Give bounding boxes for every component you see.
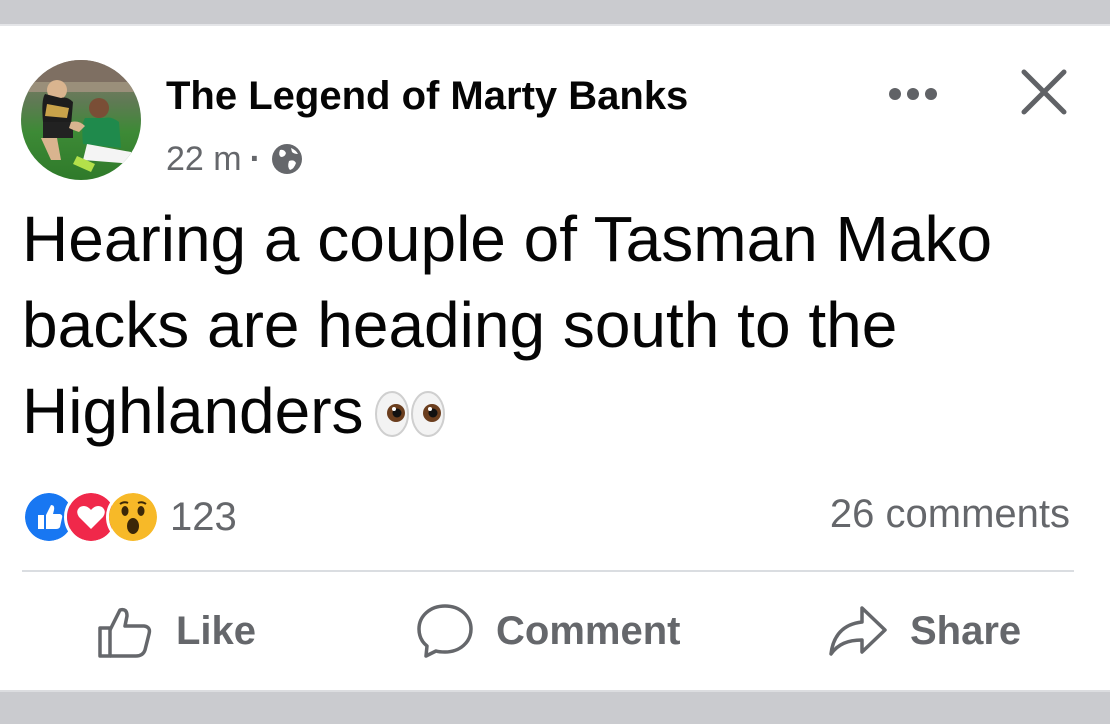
thumbs-up-icon (98, 607, 152, 658)
close-icon (1021, 69, 1067, 115)
post-card: The Legend of Marty Banks 22 m · Hearing… (0, 26, 1110, 690)
share-label: Share (910, 608, 1022, 653)
post-meta: 22 m · (166, 139, 305, 179)
more-dot-icon (907, 88, 919, 100)
post-body: Hearing a couple of Tasman Mako backs ar… (22, 203, 993, 447)
wow-reaction-icon (106, 490, 160, 544)
feed-separator-bottom (0, 690, 1110, 724)
author-avatar[interactable] (21, 60, 141, 180)
like-label: Like (176, 608, 257, 653)
like-button[interactable]: Like (96, 596, 256, 666)
comment-button[interactable]: Comment (416, 596, 680, 666)
comments-count[interactable]: 26 comments (830, 492, 1070, 537)
feed-separator-top (0, 0, 1110, 26)
comment-label: Comment (496, 608, 681, 653)
post-text: Hearing a couple of Tasman Mako backs ar… (22, 196, 1082, 454)
divider (22, 570, 1074, 572)
reactions-summary[interactable]: 123 (22, 488, 237, 546)
more-dot-icon (889, 88, 901, 100)
author-name[interactable]: The Legend of Marty Banks (166, 74, 688, 119)
eyes-icon (374, 391, 445, 437)
more-dot-icon (925, 88, 937, 100)
more-options-button[interactable] (878, 74, 948, 114)
speech-bubble-icon (417, 604, 473, 658)
globe-icon (271, 144, 302, 174)
avatar-photo (21, 60, 141, 180)
share-button[interactable]: Share (828, 596, 1021, 666)
meta-separator: · (249, 139, 261, 178)
close-button[interactable] (1014, 62, 1074, 122)
reaction-count: 123 (170, 494, 237, 539)
share-arrow-icon (829, 606, 887, 656)
post-time[interactable]: 22 m (166, 140, 242, 179)
